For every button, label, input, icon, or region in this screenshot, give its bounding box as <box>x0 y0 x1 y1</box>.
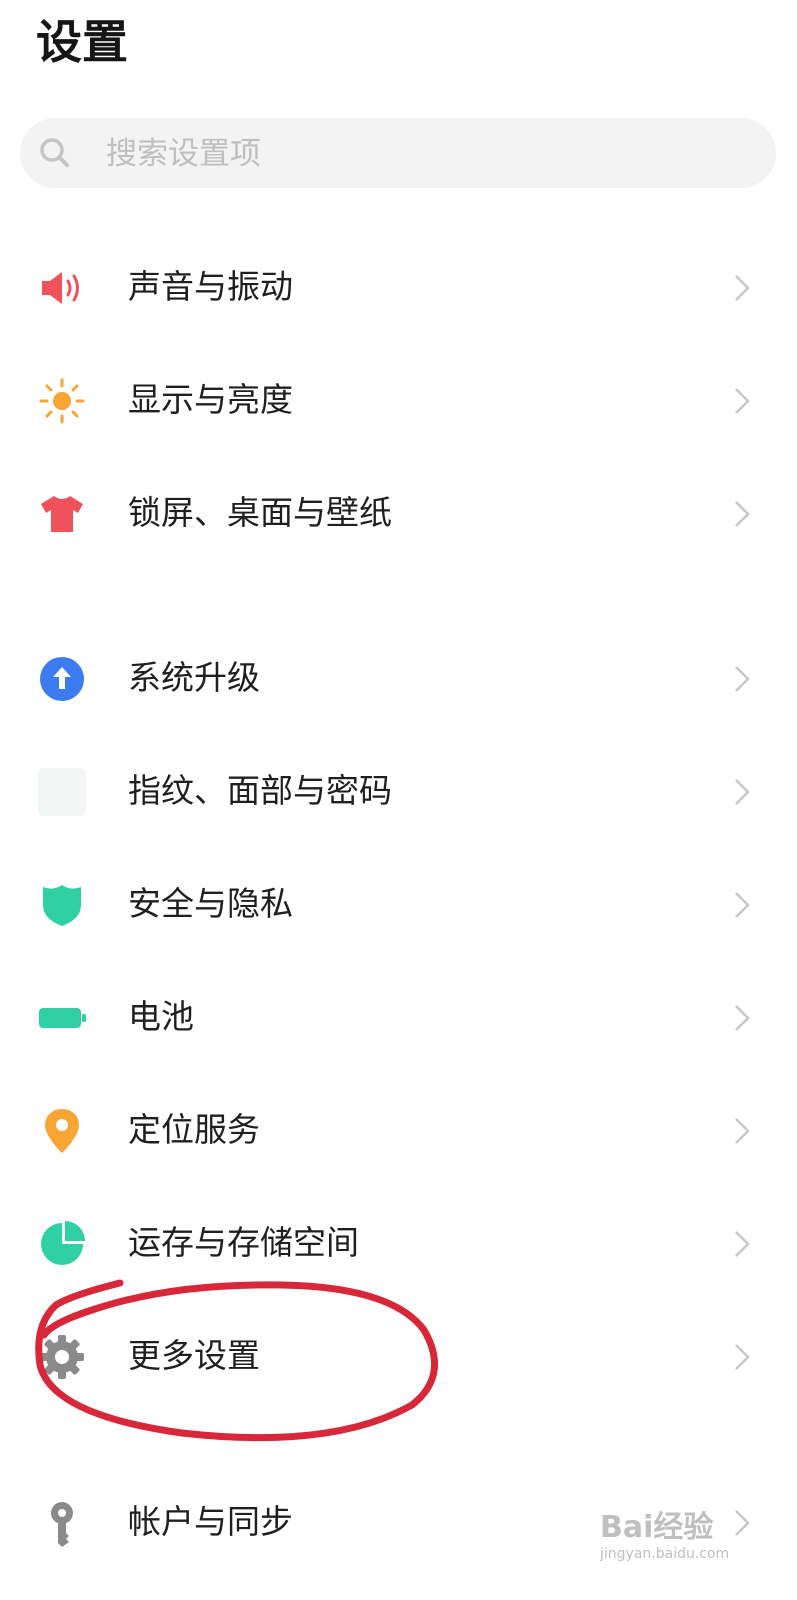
settings-item-memory-storage[interactable]: 运存与存储空间 <box>0 1193 797 1293</box>
settings-item-label: 声音与振动 <box>128 267 293 306</box>
settings-item-label: 更多设置 <box>128 1336 260 1375</box>
speaker-icon <box>42 272 79 304</box>
settings-item-label: 帐户与同步 <box>128 1502 293 1541</box>
search-icon <box>40 138 69 167</box>
chevron-right-icon <box>735 1005 750 1031</box>
settings-item-label: 安全与隐私 <box>128 884 293 923</box>
settings-item-security-privacy[interactable]: 安全与隐私 <box>0 854 797 954</box>
settings-item-label: 系统升级 <box>128 658 260 697</box>
settings-item-system-upgrade[interactable]: 系统升级 <box>0 628 797 728</box>
chevron-right-icon <box>735 1510 750 1536</box>
search-bar[interactable] <box>20 118 776 188</box>
chevron-right-icon <box>735 501 750 527</box>
chevron-right-icon <box>735 388 750 414</box>
settings-item-label: 锁屏、桌面与壁纸 <box>128 493 392 532</box>
upgrade-arrow-icon <box>40 657 84 701</box>
settings-item-label: 显示与亮度 <box>128 380 293 419</box>
chevron-right-icon <box>735 779 750 805</box>
sun-icon <box>39 378 85 424</box>
fingerprint-icon <box>38 768 86 816</box>
shield-icon <box>43 885 81 926</box>
chevron-right-icon <box>735 1344 750 1370</box>
location-pin-icon <box>45 1109 79 1153</box>
chevron-right-icon <box>735 275 750 301</box>
gear-icon <box>40 1335 84 1379</box>
settings-item-label: 电池 <box>128 997 194 1036</box>
tshirt-icon <box>41 496 83 532</box>
chevron-right-icon <box>735 892 750 918</box>
chevron-right-icon <box>735 1231 750 1257</box>
settings-item-lockscreen-wallpaper[interactable]: 锁屏、桌面与壁纸 <box>0 463 797 563</box>
settings-item-location[interactable]: 定位服务 <box>0 1080 797 1180</box>
battery-icon <box>39 1008 86 1028</box>
pie-chart-icon <box>41 1221 85 1265</box>
chevron-right-icon <box>735 1118 750 1144</box>
settings-item-battery[interactable]: 电池 <box>0 967 797 1067</box>
chevron-right-icon <box>735 666 750 692</box>
settings-item-label: 指纹、面部与密码 <box>128 771 392 810</box>
settings-item-label: 定位服务 <box>128 1110 260 1149</box>
settings-item-fingerprint-face-password[interactable]: 指纹、面部与密码 <box>0 741 797 841</box>
search-input[interactable] <box>104 130 708 178</box>
settings-item-display-brightness[interactable]: 显示与亮度 <box>0 350 797 450</box>
settings-item-account-sync[interactable]: 帐户与同步 <box>0 1472 797 1572</box>
page-title: 设置 <box>36 15 128 69</box>
settings-item-more-settings[interactable]: 更多设置 <box>0 1306 797 1406</box>
settings-item-sound-vibration[interactable]: 声音与振动 <box>0 237 797 337</box>
settings-item-label: 运存与存储空间 <box>128 1223 359 1262</box>
key-icon <box>51 1502 73 1547</box>
